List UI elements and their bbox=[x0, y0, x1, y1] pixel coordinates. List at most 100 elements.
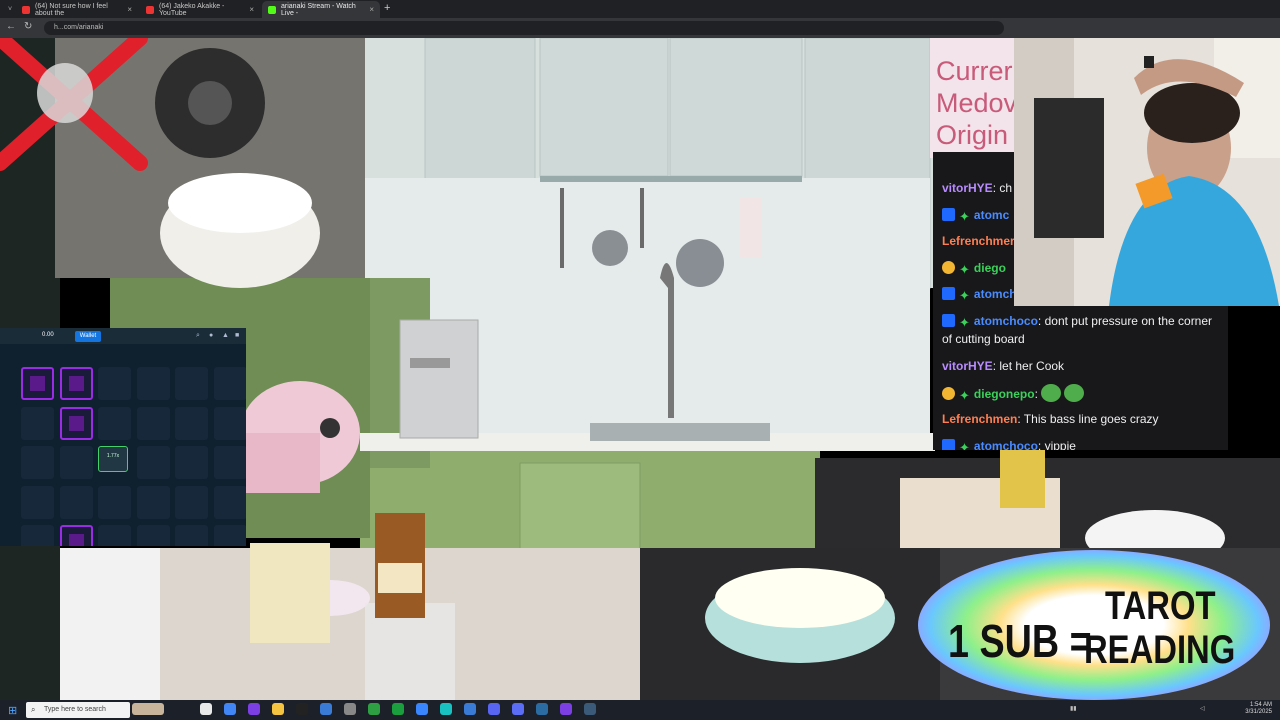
mine-tile[interactable] bbox=[213, 406, 246, 440]
sub-promo-right-line1: TAROT bbox=[1105, 584, 1216, 628]
close-icon[interactable]: × bbox=[369, 5, 374, 14]
mine-tile[interactable] bbox=[213, 525, 246, 546]
chat-message: ✦ atomchoco: yippie bbox=[942, 437, 1222, 450]
chat-message: Lefrenchmen: This bass line goes crazy bbox=[942, 410, 1222, 428]
steam-app-icon[interactable] bbox=[584, 703, 596, 715]
tab-item-active[interactable]: arianaki Stream - Watch Live - × bbox=[262, 1, 380, 18]
chat-username[interactable]: diegonepo bbox=[974, 387, 1035, 401]
network-icon[interactable]: ▮▮ bbox=[1070, 705, 1077, 712]
mines-game-widget[interactable]: 0.00 Wallet ⌕ ● ▲ ■ 1.77x bbox=[0, 328, 246, 546]
clock-date: 3/31/2025 bbox=[1245, 709, 1272, 715]
mine-tile[interactable] bbox=[59, 485, 93, 519]
chat-message: ✦ atomchoco: dont put pressure on the cor… bbox=[942, 312, 1222, 348]
mine-tile[interactable] bbox=[98, 367, 131, 400]
star-badge-icon: ✦ bbox=[959, 209, 970, 224]
app-icon[interactable] bbox=[440, 703, 452, 715]
chat-username[interactable]: atomchoco bbox=[974, 439, 1038, 450]
chat-text: : yippie bbox=[1037, 439, 1076, 450]
gem-tile[interactable] bbox=[59, 406, 93, 440]
moderator-badge-icon bbox=[942, 314, 955, 327]
mine-tile[interactable] bbox=[59, 446, 93, 479]
search-icon[interactable]: ⌕ bbox=[196, 332, 200, 340]
mine-tile[interactable] bbox=[21, 485, 54, 519]
gem-tile[interactable] bbox=[59, 367, 93, 400]
app-icon[interactable] bbox=[560, 703, 572, 715]
youtube-icon bbox=[22, 5, 30, 14]
mine-tile[interactable] bbox=[175, 367, 208, 400]
gem-tile[interactable] bbox=[59, 525, 93, 546]
mine-tile[interactable] bbox=[136, 485, 170, 519]
star-badge-icon: ✦ bbox=[959, 315, 970, 330]
balance-display[interactable]: 0.00 bbox=[42, 332, 54, 338]
stream-player[interactable]: Currer Medov Origin vitorHYE: ch ✦ atomc Le… bbox=[0, 38, 1280, 700]
mine-tile[interactable] bbox=[136, 406, 170, 440]
mines-header: 0.00 Wallet ⌕ ● ▲ ■ bbox=[0, 328, 246, 344]
steam-app-icon[interactable] bbox=[296, 703, 308, 715]
tab-item[interactable]: (64) Not sure how I feel about the × bbox=[16, 1, 138, 18]
app-icon[interactable] bbox=[344, 703, 356, 715]
mine-tile[interactable] bbox=[136, 525, 170, 546]
gem-tile[interactable] bbox=[21, 367, 54, 400]
chrome-app-icon[interactable] bbox=[200, 703, 212, 715]
mine-tile[interactable] bbox=[175, 446, 208, 479]
chat-username[interactable]: diego bbox=[974, 261, 1006, 275]
bell-icon[interactable]: ▲ bbox=[222, 332, 229, 339]
mine-tile[interactable] bbox=[213, 485, 246, 519]
taskbar-clock[interactable]: 1:54 AM 3/31/2025 bbox=[1228, 702, 1272, 716]
app-icon[interactable] bbox=[416, 703, 428, 715]
app-icon[interactable] bbox=[320, 703, 332, 715]
back-icon[interactable]: ← bbox=[6, 21, 16, 32]
app-icon[interactable] bbox=[512, 703, 524, 715]
close-icon[interactable]: × bbox=[127, 5, 132, 14]
app-icon[interactable] bbox=[536, 703, 548, 715]
address-bar[interactable]: h...com/arianaki bbox=[44, 21, 1004, 35]
app-icon[interactable] bbox=[392, 703, 404, 715]
windows-start-icon[interactable]: ⊞ bbox=[8, 704, 17, 717]
sub-promo-right-line2: READING bbox=[1084, 628, 1236, 672]
wallet-button[interactable]: Wallet bbox=[75, 331, 101, 342]
star-badge-icon: ✦ bbox=[959, 262, 970, 277]
tab-menu-icon[interactable]: ˅ bbox=[2, 1, 14, 18]
chrome-app-icon[interactable] bbox=[224, 703, 236, 715]
mine-tile[interactable] bbox=[175, 525, 208, 546]
mine-tile[interactable] bbox=[175, 406, 208, 440]
mine-tile[interactable] bbox=[21, 446, 54, 479]
mine-tile[interactable] bbox=[21, 525, 54, 546]
app-icon[interactable] bbox=[368, 703, 380, 715]
mine-tile[interactable] bbox=[136, 446, 170, 479]
mine-tile[interactable] bbox=[98, 406, 131, 440]
gift-badge-icon bbox=[942, 387, 955, 400]
mine-tile[interactable] bbox=[175, 485, 208, 519]
mine-tile[interactable] bbox=[136, 367, 170, 400]
close-icon[interactable]: × bbox=[249, 5, 254, 14]
folder-app-icon[interactable] bbox=[272, 703, 284, 715]
chat-username[interactable]: Lefrenchmer bbox=[942, 234, 1015, 248]
chat-text: : bbox=[1034, 387, 1038, 401]
chat-username[interactable]: vitorHYE bbox=[942, 181, 993, 195]
mine-tile[interactable] bbox=[213, 446, 246, 479]
user-icon[interactable]: ● bbox=[209, 332, 213, 339]
chat-message: ✦ diegonepo: bbox=[942, 384, 1222, 403]
tab-item[interactable]: (64) Jakeko Akakke - YouTube × bbox=[140, 1, 260, 18]
chat-text: : ch bbox=[992, 181, 1013, 195]
chat-text: : This bass line goes crazy bbox=[1017, 412, 1159, 426]
obs-app-icon[interactable] bbox=[248, 703, 260, 715]
chat-username[interactable]: vitorHYE bbox=[942, 359, 993, 373]
chat-username[interactable]: Lefrenchmen bbox=[942, 412, 1017, 426]
taskbar-search[interactable]: ⌕ Type here to search bbox=[26, 702, 130, 718]
mine-tile[interactable] bbox=[98, 525, 131, 546]
chat-username[interactable]: atomchoco bbox=[974, 314, 1038, 328]
cortana-image-icon[interactable] bbox=[132, 703, 164, 715]
mine-tile[interactable] bbox=[21, 406, 54, 440]
menu-icon[interactable]: ■ bbox=[235, 332, 239, 339]
new-tab-icon[interactable]: + bbox=[384, 2, 390, 14]
app-icon[interactable] bbox=[464, 703, 476, 715]
chat-username[interactable]: atomc bbox=[974, 208, 1009, 222]
volume-icon[interactable]: ◁ bbox=[1200, 705, 1205, 712]
moderator-badge-icon bbox=[942, 439, 955, 450]
cashout-tile[interactable]: 1.77x bbox=[98, 446, 128, 472]
mine-tile[interactable] bbox=[98, 485, 131, 519]
app-icon[interactable] bbox=[488, 703, 500, 715]
mine-tile[interactable] bbox=[213, 367, 246, 400]
reload-icon[interactable]: ↻ bbox=[24, 21, 32, 32]
